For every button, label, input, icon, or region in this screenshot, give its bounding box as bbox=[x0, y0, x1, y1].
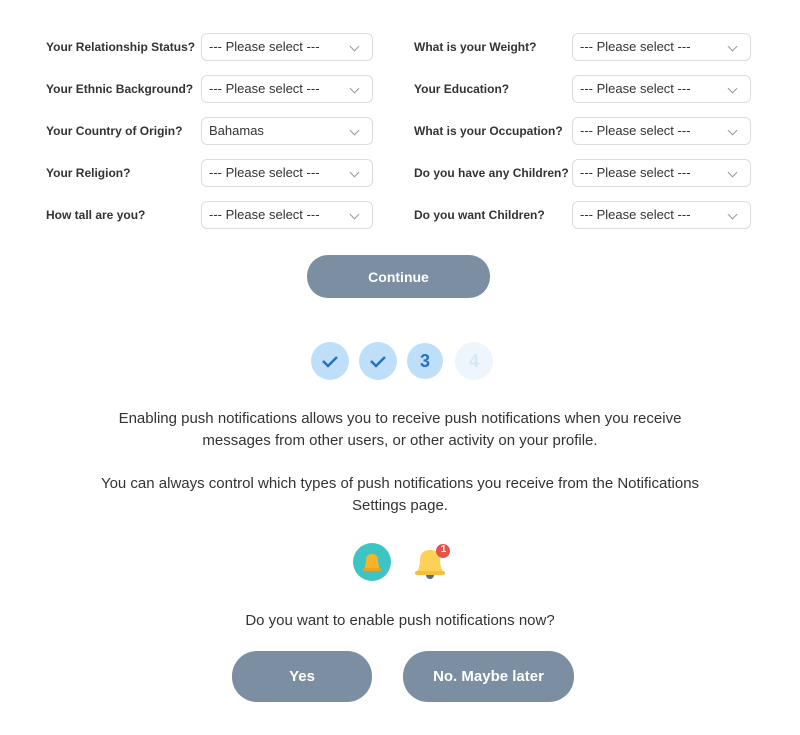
info-line-2: Settings page. bbox=[352, 497, 448, 514]
selected-value: --- Please select --- bbox=[209, 81, 320, 96]
maybe-later-button[interactable]: No. Maybe later bbox=[403, 651, 574, 702]
info-line-1: You can always control which types of pu… bbox=[100, 475, 700, 492]
step-2-done bbox=[359, 342, 397, 380]
field-label: Your Education? bbox=[414, 82, 510, 96]
chevron-down-icon bbox=[349, 167, 360, 178]
selected-value: --- Please select --- bbox=[580, 207, 691, 222]
field-label: What is your Weight? bbox=[414, 40, 537, 54]
step-4-upcoming: 4 bbox=[455, 342, 493, 380]
field-label: Your Country of Origin? bbox=[46, 124, 183, 138]
select-dropdown[interactable]: --- Please select --- bbox=[201, 75, 373, 103]
intro-line-1: Enabling push notifications allows you t… bbox=[118, 410, 682, 427]
chevron-down-icon bbox=[727, 83, 738, 94]
bell-circle-icon bbox=[353, 543, 391, 581]
select-dropdown[interactable]: --- Please select --- bbox=[201, 159, 373, 187]
selected-value: --- Please select --- bbox=[580, 39, 691, 54]
chevron-down-icon bbox=[727, 41, 738, 52]
select-dropdown[interactable]: --- Please select --- bbox=[572, 117, 751, 145]
chevron-down-icon bbox=[349, 209, 360, 220]
selected-value: --- Please select --- bbox=[580, 123, 691, 138]
chevron-down-icon bbox=[727, 209, 738, 220]
select-dropdown[interactable]: --- Please select --- bbox=[572, 33, 751, 61]
field-label: Do you have any Children? bbox=[414, 166, 569, 180]
selected-value: --- Please select --- bbox=[209, 165, 320, 180]
field-label: What is your Occupation? bbox=[414, 124, 563, 138]
intro-line-2: messages from other users, or other acti… bbox=[202, 432, 598, 449]
field-label: Your Relationship Status? bbox=[46, 40, 196, 54]
field-label: Your Ethnic Background? bbox=[46, 82, 194, 96]
check-icon bbox=[322, 356, 338, 368]
field-label: Do you want Children? bbox=[414, 208, 545, 222]
field-label: Your Religion? bbox=[46, 166, 131, 180]
chevron-down-icon bbox=[349, 41, 360, 52]
yes-button[interactable]: Yes bbox=[232, 651, 372, 702]
step-1-done bbox=[311, 342, 349, 380]
select-dropdown[interactable]: --- Please select --- bbox=[201, 33, 373, 61]
selected-value: --- Please select --- bbox=[209, 39, 320, 54]
continue-button[interactable]: Continue bbox=[307, 255, 490, 298]
selected-value: --- Please select --- bbox=[580, 81, 691, 96]
step-3-current: 3 bbox=[407, 343, 443, 379]
enable-question: Do you want to enable push notifications… bbox=[245, 612, 555, 629]
chevron-down-icon bbox=[727, 125, 738, 136]
check-icon bbox=[370, 356, 386, 368]
chevron-down-icon bbox=[349, 83, 360, 94]
select-dropdown[interactable]: --- Please select --- bbox=[572, 75, 751, 103]
chevron-down-icon bbox=[349, 125, 360, 136]
select-dropdown[interactable]: --- Please select --- bbox=[572, 201, 751, 229]
selected-value: --- Please select --- bbox=[209, 207, 320, 222]
selected-value: Bahamas bbox=[209, 123, 264, 138]
field-label: How tall are you? bbox=[46, 208, 146, 222]
selected-value: --- Please select --- bbox=[580, 165, 691, 180]
chevron-down-icon bbox=[727, 167, 738, 178]
notification-badge-count: 1 bbox=[440, 544, 447, 555]
select-dropdown[interactable]: --- Please select --- bbox=[201, 201, 373, 229]
select-dropdown[interactable]: --- Please select --- bbox=[572, 159, 751, 187]
select-dropdown[interactable]: Bahamas bbox=[201, 117, 373, 145]
